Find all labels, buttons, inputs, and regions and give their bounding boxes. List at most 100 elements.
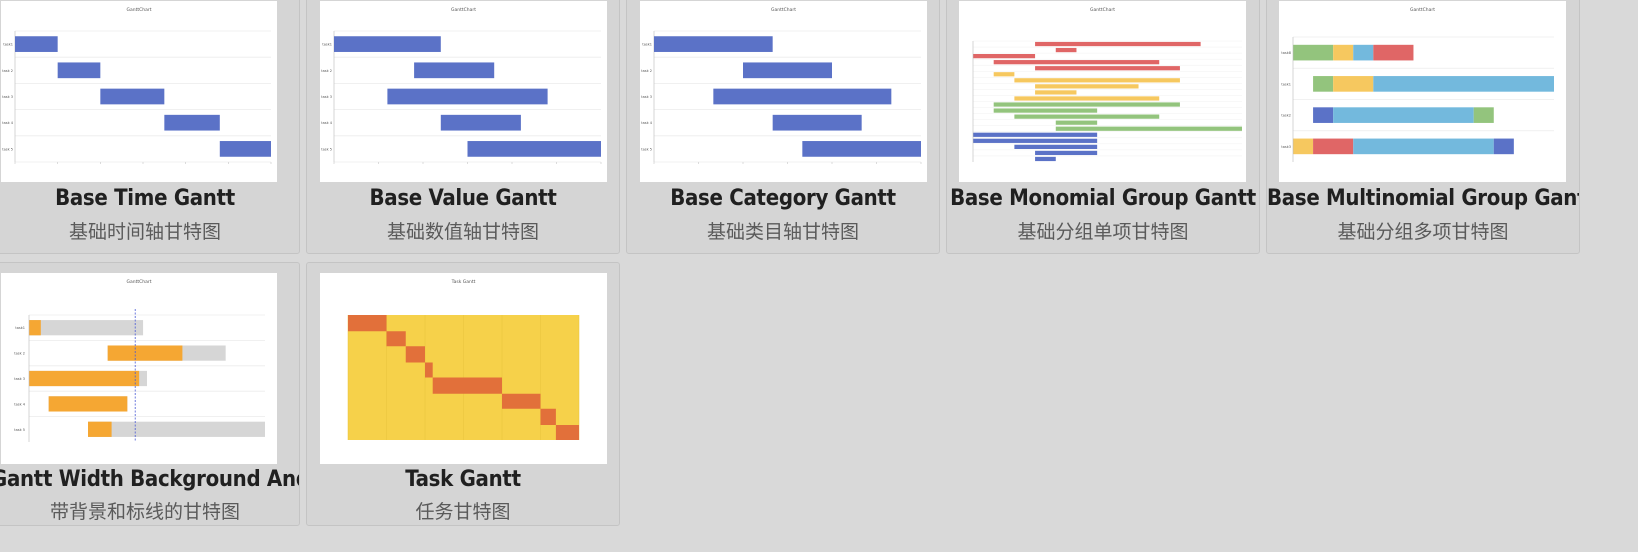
gantt-bar xyxy=(387,88,548,105)
y-tick-label: task3 xyxy=(1281,145,1291,149)
task-cell xyxy=(425,362,433,378)
gantt-bar xyxy=(993,102,1180,107)
y-tick-label: task 3 xyxy=(14,377,25,381)
gallery-card-base-value-gantt[interactable]: GanttChart task1 task 2 task 3 task 4 task 5 … xyxy=(306,0,620,254)
gantt-bar xyxy=(743,62,832,79)
gantt-bar xyxy=(772,114,862,131)
card-subtitle: 基础分组单项甘特图 xyxy=(1017,221,1189,243)
task-cell xyxy=(386,331,406,347)
gantt-bar xyxy=(467,141,601,157)
gantt-bar xyxy=(1035,66,1180,71)
gallery-card-base-monomial-group-gantt[interactable]: GanttChart Base Monomial Group Gantt 基础分… xyxy=(946,0,1260,254)
y-tick-label: task 5 xyxy=(14,428,25,432)
chart-title: GanttChart xyxy=(1410,7,1435,13)
gantt-bar xyxy=(1055,47,1077,53)
y-tick-label: task1 xyxy=(322,43,332,47)
task-cell xyxy=(555,425,579,440)
gantt-bar xyxy=(973,54,1036,59)
gantt-segment xyxy=(1313,138,1354,155)
task-cell xyxy=(502,393,541,409)
gantt-segment xyxy=(1353,44,1374,61)
gantt-bar xyxy=(1014,114,1160,119)
task-cell xyxy=(405,346,425,363)
gantt-bar xyxy=(654,36,773,52)
gantt-bar xyxy=(1055,120,1098,125)
task-cell xyxy=(540,408,556,425)
gallery-card-base-time-gantt[interactable]: GanttChart task1 task 2 task 3 task 4 task 5 … xyxy=(0,0,300,254)
gantt-bar xyxy=(973,132,1098,137)
card-title: Base Category Gantt xyxy=(670,186,896,211)
gantt-bar xyxy=(1035,84,1139,89)
background-bar xyxy=(29,320,144,336)
y-tick-label: task 4 xyxy=(641,121,652,125)
y-tick-label: task 2 xyxy=(2,69,13,73)
gantt-segment xyxy=(1373,76,1554,92)
y-tick-label: task2 xyxy=(1281,114,1291,118)
gantt-bar xyxy=(164,114,220,131)
chart-thumbnail: GanttChart task1 task 2 task 3 task 4 task 5 xyxy=(640,1,927,182)
gantt-bar xyxy=(15,36,58,52)
chart-title: Task Gantt xyxy=(451,279,476,285)
y-tick-label: task 3 xyxy=(641,95,652,99)
gantt-bar xyxy=(334,36,441,52)
gantt-bar xyxy=(993,60,1160,65)
y-tick-label: task1 xyxy=(642,43,652,47)
y-tick-label: task 5 xyxy=(321,147,332,151)
gantt-bar xyxy=(414,62,495,79)
gallery-card-base-multinomial-group-gantt[interactable]: GanttChart task8 task1 task2 task3 Base Mult… xyxy=(1266,0,1580,254)
gallery-card-task-gantt[interactable]: Task Gantt Task Gantt 任务甘特图 xyxy=(306,262,620,526)
gantt-bar xyxy=(88,421,112,437)
gallery-card-base-category-gantt[interactable]: GanttChart task1 task 2 task 3 task 4 task 5 … xyxy=(626,0,940,254)
gantt-bar xyxy=(802,141,921,157)
y-tick-label: task1 xyxy=(15,326,25,330)
card-subtitle: 基础类目轴甘特图 xyxy=(706,221,859,243)
y-tick-label: task 2 xyxy=(14,352,25,356)
y-tick-label: task 3 xyxy=(321,95,332,99)
gantt-bar xyxy=(48,396,128,412)
card-subtitle: 基础分组多项甘特图 xyxy=(1337,221,1509,243)
task-cell xyxy=(432,377,502,394)
chart-thumbnail: GanttChart task1 task 2 task 3 task 4 task 5 xyxy=(320,1,607,182)
gantt-segment xyxy=(1293,44,1334,61)
y-tick-label: task 4 xyxy=(321,121,332,125)
y-tick-label: task 5 xyxy=(641,147,652,151)
y-tick-label: task1 xyxy=(1281,82,1291,86)
y-tick-label: task 3 xyxy=(2,95,13,99)
gantt-bar xyxy=(1035,41,1201,47)
gallery-card-gantt-width-background[interactable]: GanttChart task1 task 2 task 3 task 4 task 5 … xyxy=(0,262,300,526)
gantt-bar xyxy=(57,62,101,79)
card-title: Gantt Width Background And xyxy=(0,467,299,492)
task-cell xyxy=(348,315,387,332)
card-subtitle: 任务甘特图 xyxy=(415,501,511,523)
background-bar xyxy=(88,421,265,437)
gantt-bar xyxy=(1035,90,1077,95)
gantt-bar xyxy=(1055,126,1242,131)
card-title: Base Multinomial Group Gantt xyxy=(1267,186,1579,211)
gantt-segment xyxy=(1373,44,1414,61)
chart-thumbnail: GanttChart task8 task1 task2 task3 xyxy=(1279,1,1566,182)
card-subtitle: 带背景和标线的甘特图 xyxy=(49,501,240,523)
gantt-bar xyxy=(29,370,140,387)
gantt-bar xyxy=(100,88,165,105)
y-tick-label: task8 xyxy=(1281,51,1291,55)
chart-title: GanttChart xyxy=(127,279,152,285)
chart-thumbnail: GanttChart task1 task 2 task 3 task 4 task 5 xyxy=(1,273,277,464)
y-tick-label: task 5 xyxy=(2,147,13,151)
card-title: Task Gantt xyxy=(405,467,521,492)
gantt-bar xyxy=(993,108,1098,113)
chart-thumbnail: GanttChart task1 task 2 task 3 task 4 task 5 xyxy=(1,1,277,182)
chart-title: GanttChart xyxy=(771,7,796,13)
y-tick-label: task1 xyxy=(3,43,13,47)
gantt-bar xyxy=(1014,144,1098,149)
gantt-bar xyxy=(1014,96,1160,101)
gantt-bar xyxy=(713,88,892,105)
card-subtitle: 基础时间轴甘特图 xyxy=(68,221,221,243)
chart-thumbnail: Task Gantt xyxy=(320,273,607,464)
gantt-bar xyxy=(993,72,1015,77)
gantt-segment xyxy=(1333,76,1374,92)
gantt-bar xyxy=(1014,78,1180,83)
gantt-bar xyxy=(29,320,41,336)
gantt-bar xyxy=(219,141,271,157)
gantt-segment xyxy=(1333,107,1474,123)
gantt-bar xyxy=(107,345,183,361)
